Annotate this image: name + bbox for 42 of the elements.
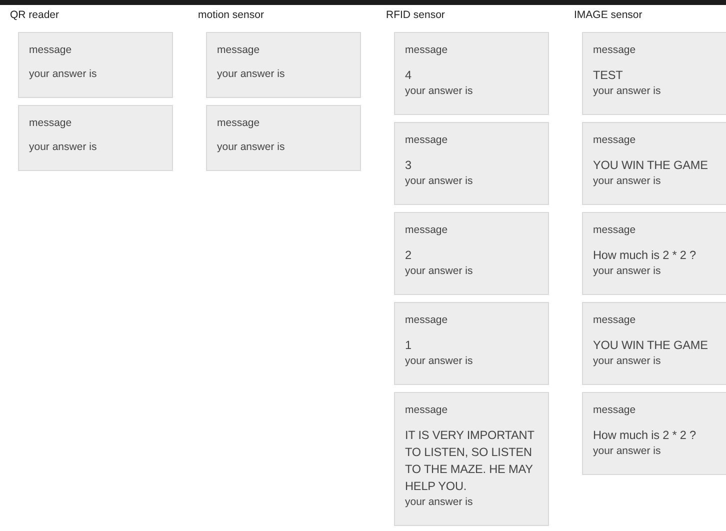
message-label: message [593,223,636,237]
message-label: message [593,43,636,57]
message-label: message [217,116,260,130]
message-text: 4 [405,67,412,84]
message-text: 1 [405,337,412,354]
message-text: TEST [593,67,623,84]
message-label: message [593,133,636,147]
answer-label: your answer is [405,264,473,278]
message-text: How much is 2 * 2 ? [593,427,696,444]
message-label: message [29,43,72,57]
answer-label: your answer is [593,444,661,458]
answer-label: your answer is [405,354,473,368]
message-label: message [593,313,636,327]
message-text: IT IS VERY IMPORTANT TO LISTEN, SO LISTEN TO THE MAZE. HE MAY HELP YOU. [405,427,536,495]
answer-label: your answer is [29,67,97,81]
message-label: message [405,133,448,147]
message-label: message [405,223,448,237]
answer-label: your answer is [593,264,661,278]
message-label: message [217,43,260,57]
message-label: message [405,313,448,327]
message-label: message [29,116,72,130]
answer-label: your answer is [217,67,285,81]
answer-label: your answer is [593,174,661,188]
answer-label: your answer is [405,174,473,188]
column-title: IMAGE sensor [574,8,642,22]
column-title: motion sensor [198,8,264,22]
answer-label: your answer is [29,140,97,154]
message-text: YOU WIN THE GAME [593,157,708,174]
message-text: 2 [405,247,412,264]
answer-label: your answer is [405,84,473,98]
message-text: How much is 2 * 2 ? [593,247,696,264]
message-text: YOU WIN THE GAME [593,337,708,354]
message-label: message [405,403,448,417]
answer-label: your answer is [593,354,661,368]
message-label: message [405,43,448,57]
answer-label: your answer is [217,140,285,154]
column-title: RFID sensor [386,8,445,22]
message-label: message [593,403,636,417]
column-title: QR reader [10,8,60,22]
message-text: 3 [405,157,412,174]
answer-label: your answer is [593,84,661,98]
answer-label: your answer is [405,495,473,509]
